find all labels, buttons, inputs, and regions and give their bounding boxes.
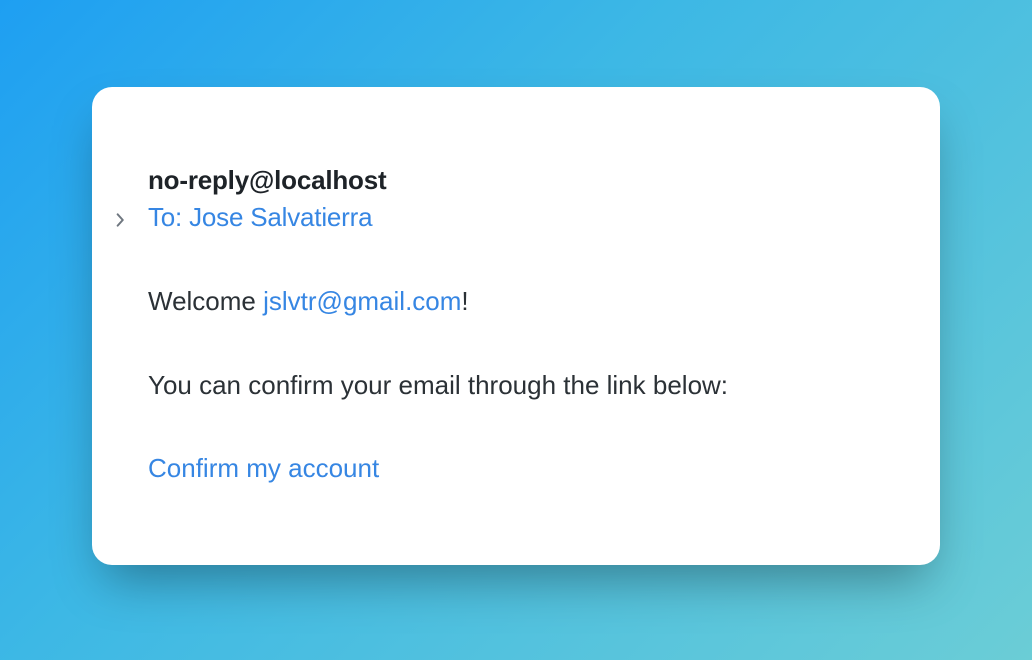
email-header: no-reply@localhost To: Jose Salvatierra bbox=[148, 165, 884, 233]
recipient-email-link[interactable]: jslvtr@gmail.com bbox=[263, 286, 461, 316]
expand-chevron-icon[interactable] bbox=[116, 213, 125, 230]
welcome-prefix: Welcome bbox=[148, 286, 263, 316]
to-recipient: Jose Salvatierra bbox=[189, 202, 372, 232]
confirm-instruction-text: You can confirm your email through the l… bbox=[148, 367, 884, 405]
from-address: no-reply@localhost bbox=[148, 165, 884, 196]
to-line[interactable]: To: Jose Salvatierra bbox=[148, 202, 372, 233]
confirm-account-link[interactable]: Confirm my account bbox=[148, 450, 379, 488]
email-card: no-reply@localhost To: Jose Salvatierra … bbox=[92, 87, 940, 565]
welcome-suffix: ! bbox=[461, 286, 468, 316]
welcome-line: Welcome jslvtr@gmail.com! bbox=[148, 283, 884, 321]
to-prefix: To: bbox=[148, 202, 189, 232]
email-body: Welcome jslvtr@gmail.com! You can confir… bbox=[148, 283, 884, 488]
